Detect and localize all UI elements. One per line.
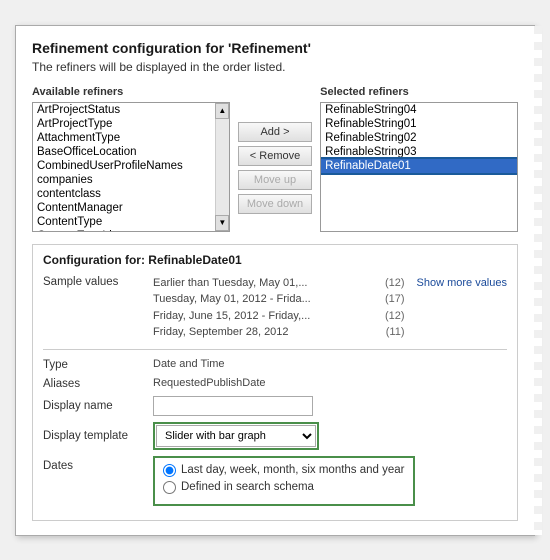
display-template-label: Display template — [43, 429, 153, 442]
move-down-button[interactable]: Move down — [238, 194, 312, 214]
dates-group: Last day, week, month, six months and ye… — [153, 456, 415, 506]
type-value: Date and Time — [153, 358, 507, 370]
display-name-row: Display name — [43, 396, 507, 416]
refiners-section: Available refiners ArtProjectStatus ArtP… — [32, 86, 518, 232]
list-item[interactable]: RefinableString03 — [321, 145, 517, 159]
remove-button[interactable]: < Remove — [238, 146, 312, 166]
scrollbar[interactable]: ▲ ▼ — [215, 103, 229, 231]
move-up-button[interactable]: Move up — [238, 170, 312, 190]
list-item[interactable]: ContentManager — [33, 201, 215, 215]
display-template-select-wrapper: Slider with bar graph Date range Multi-v… — [153, 422, 319, 450]
sample-values-label: Sample values — [43, 275, 153, 341]
config-title: Configuration for: RefinableDate01 — [43, 253, 507, 267]
list-item[interactable]: ContentType — [33, 215, 215, 229]
list-item[interactable]: contentclass — [33, 187, 215, 201]
scroll-down-arrow[interactable]: ▼ — [215, 215, 229, 231]
sample-count: (11) — [386, 324, 405, 341]
display-name-input[interactable] — [153, 396, 313, 416]
scroll-track[interactable] — [216, 119, 229, 215]
aliases-value: RequestedPublishDate — [153, 377, 507, 389]
list-item[interactable]: RefinableString01 — [321, 117, 517, 131]
display-name-label: Display name — [43, 399, 153, 412]
sample-text: Friday, June 15, 2012 - Friday,... — [153, 308, 310, 325]
selected-refiner-item[interactable]: RefinableDate01 — [321, 159, 517, 173]
config-section: Configuration for: RefinableDate01 Sampl… — [32, 244, 518, 521]
dates-row: Dates Last day, week, month, six months … — [43, 456, 507, 506]
sample-line-3: Friday, June 15, 2012 - Friday,... (12) — [153, 308, 405, 325]
dialog-title: Refinement configuration for 'Refinement… — [32, 40, 518, 56]
sample-values-row: Sample values Earlier than Tuesday, May … — [43, 275, 507, 341]
display-template-select[interactable]: Slider with bar graph Date range Multi-v… — [156, 425, 316, 447]
dates-radio-2[interactable] — [163, 481, 176, 494]
available-refiners-listbox[interactable]: ArtProjectStatus ArtProjectType Attachme… — [32, 102, 230, 232]
sample-count: (12) — [385, 308, 405, 325]
sample-values-content: Earlier than Tuesday, May 01,... (12) Tu… — [153, 275, 405, 341]
add-button[interactable]: Add > — [238, 122, 312, 142]
type-row: Type Date and Time — [43, 358, 507, 371]
sample-count: (17) — [385, 291, 405, 308]
aliases-label: Aliases — [43, 377, 153, 390]
dates-radio-row-2: Defined in search schema — [163, 481, 405, 494]
list-item[interactable]: RefinableString04 — [321, 103, 517, 117]
sample-count: (12) — [385, 275, 405, 292]
selected-refiners-label: Selected refiners — [320, 86, 518, 98]
display-template-row: Display template Slider with bar graph D… — [43, 422, 507, 450]
available-refiners-col: Available refiners ArtProjectStatus ArtP… — [32, 86, 230, 232]
dates-radio-label-1: Last day, week, month, six months and ye… — [181, 464, 405, 476]
refinement-config-dialog: Refinement configuration for 'Refinement… — [15, 25, 535, 536]
dates-radio-1[interactable] — [163, 464, 176, 477]
sample-text: Friday, September 28, 2012 — [153, 324, 289, 341]
sample-line-2: Tuesday, May 01, 2012 - Frida... (17) — [153, 291, 405, 308]
list-item[interactable]: companies — [33, 173, 215, 187]
action-buttons-col: Add > < Remove Move up Move down — [238, 86, 312, 232]
show-more-container: Show more values — [405, 275, 508, 341]
list-item[interactable]: RefinableString02 — [321, 131, 517, 145]
dates-radio-label-2: Defined in search schema — [181, 481, 314, 493]
list-item[interactable]: AttachmentType — [33, 131, 215, 145]
selected-refiners-col: Selected refiners RefinableString04 Refi… — [320, 86, 518, 232]
sample-text: Tuesday, May 01, 2012 - Frida... — [153, 291, 311, 308]
sample-line-4: Friday, September 28, 2012 (11) — [153, 324, 405, 341]
show-more-link[interactable]: Show more values — [417, 277, 508, 289]
list-item[interactable]: ArtProjectType — [33, 117, 215, 131]
sample-line-1: Earlier than Tuesday, May 01,... (12) — [153, 275, 405, 292]
available-refiners-label: Available refiners — [32, 86, 230, 98]
type-label: Type — [43, 358, 153, 371]
list-item[interactable]: ContentTypeId — [33, 229, 215, 232]
divider-1 — [43, 349, 507, 350]
dates-radio-row-1: Last day, week, month, six months and ye… — [163, 464, 405, 477]
sample-text: Earlier than Tuesday, May 01,... — [153, 275, 307, 292]
selected-refiners-listbox[interactable]: RefinableString04 RefinableString01 Refi… — [320, 102, 518, 232]
aliases-row: Aliases RequestedPublishDate — [43, 377, 507, 390]
scroll-up-arrow[interactable]: ▲ — [215, 103, 229, 119]
list-item[interactable]: ArtProjectStatus — [33, 103, 215, 117]
dates-label: Dates — [43, 456, 153, 472]
dialog-subtitle: The refiners will be displayed in the or… — [32, 60, 518, 74]
list-item[interactable]: CombinedUserProfileNames — [33, 159, 215, 173]
list-item[interactable]: BaseOfficeLocation — [33, 145, 215, 159]
